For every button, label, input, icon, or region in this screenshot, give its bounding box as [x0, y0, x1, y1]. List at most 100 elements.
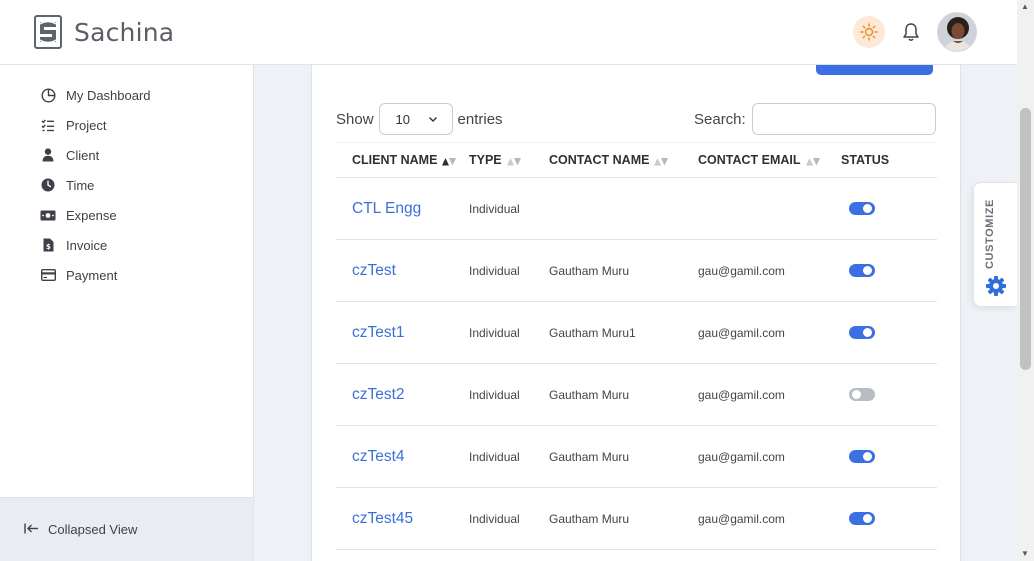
contact-name: Gautham Muru [549, 239, 698, 302]
column-header-client-name[interactable]: CLIENT NAME [336, 142, 469, 178]
client-name-link[interactable]: CTL Engg [352, 200, 421, 217]
sidebar-item-label: Payment [66, 267, 118, 283]
column-header-contact-email[interactable]: CONTACT EMAIL [698, 142, 841, 178]
sidebar-item-payment[interactable]: Payment [40, 267, 117, 283]
client-name-link[interactable]: czTest1 [352, 324, 405, 341]
contact-name: Gautham Muru [549, 425, 698, 488]
status-toggle[interactable] [849, 450, 875, 463]
sidebar-item-client[interactable]: Client [40, 147, 99, 163]
client-name-link[interactable]: czTest2 [352, 386, 405, 403]
avatar-image [938, 13, 976, 51]
user-icon [40, 147, 56, 163]
client-type: Individual [469, 363, 549, 426]
contact-email: gau@gamil.com [698, 363, 841, 426]
column-header-type[interactable]: TYPE [469, 142, 549, 178]
client-type: Individual [469, 301, 549, 364]
collapse-arrow-icon [24, 522, 39, 537]
contact-email [698, 177, 841, 240]
client-name-link[interactable]: czTest [352, 262, 396, 279]
customize-tab[interactable]: CUSTOMIZE [973, 182, 1017, 307]
table-row: czTest2 Individual Gautham Muru gau@gami… [336, 363, 937, 426]
table-row: czTest4 Individual Gautham Muru gau@gami… [336, 425, 937, 488]
sun-icon [860, 23, 878, 41]
client-name-link[interactable]: czTest45 [352, 510, 413, 527]
contact-email: gau@gamil.com [698, 425, 841, 488]
entries-control: Show 10 entries [336, 103, 503, 135]
client-type: Individual [469, 487, 549, 550]
search-control: Search: [694, 103, 936, 135]
show-label: Show [336, 110, 374, 128]
contact-email: gau@gamil.com [698, 239, 841, 302]
column-header-status[interactable]: STATUS [841, 142, 937, 178]
table-row: CTL Engg Individual [336, 177, 937, 240]
sidebar-item-label: My Dashboard [66, 87, 151, 103]
client-type: Individual [469, 177, 549, 240]
contact-name: Gautham Muru [549, 487, 698, 550]
chevron-down-icon [428, 117, 437, 122]
search-label: Search: [694, 110, 746, 128]
gear-icon [986, 276, 1006, 296]
user-avatar[interactable] [937, 12, 977, 52]
sidebar-item-label: Time [66, 177, 95, 193]
column-header-label: CLIENT NAME [352, 153, 438, 167]
sidebar-item-label: Client [66, 147, 100, 163]
contact-email: gau@gamil.com [698, 487, 841, 550]
notifications-button[interactable] [898, 19, 924, 45]
status-toggle[interactable] [849, 326, 875, 339]
status-toggle[interactable] [849, 512, 875, 525]
search-input[interactable] [751, 103, 936, 135]
scroll-down-icon[interactable]: ▼ [1021, 549, 1029, 558]
checklist-icon [40, 117, 56, 133]
contact-name [549, 177, 698, 240]
brand-name: Sachina [74, 17, 175, 47]
status-toggle[interactable] [849, 388, 875, 401]
sort-icon [654, 157, 669, 166]
customize-label: CUSTOMIZE [984, 199, 996, 269]
brand-logo[interactable]: Sachina [34, 15, 174, 49]
client-type: Individual [469, 239, 549, 302]
collapse-view-label: Collapsed View [48, 522, 138, 537]
table-row: czTest45 Individual Gautham Muru gau@gam… [336, 487, 937, 550]
column-header-label: STATUS [841, 153, 890, 167]
table-header-row: CLIENT NAME TYPE CONTACT NAME CONTACT EM… [336, 142, 937, 178]
clock-icon [40, 177, 56, 193]
sidebar-item-project[interactable]: Project [40, 117, 106, 133]
collapse-view-button[interactable]: Collapsed View [24, 522, 137, 537]
bell-icon [903, 23, 919, 41]
entries-select[interactable]: 10 [378, 103, 453, 135]
column-header-label: TYPE [469, 153, 502, 167]
column-header-contact-name[interactable]: CONTACT NAME [549, 142, 698, 178]
money-icon [40, 207, 56, 223]
top-header: Sachina [0, 0, 1017, 65]
page-scrollbar[interactable]: ▲ ▼ [1017, 0, 1034, 561]
clients-table: CLIENT NAME TYPE CONTACT NAME CONTACT EM… [336, 142, 937, 550]
sort-asc-icon [442, 157, 457, 166]
scroll-up-icon[interactable]: ▲ [1021, 2, 1029, 11]
theme-toggle-button[interactable] [853, 16, 885, 48]
status-toggle[interactable] [849, 264, 875, 277]
client-type: Individual [469, 425, 549, 488]
column-header-label: CONTACT NAME [549, 153, 650, 167]
contact-name: Gautham Muru [549, 363, 698, 426]
pie-chart-icon [40, 87, 56, 103]
add-client-button[interactable] [816, 65, 933, 75]
sort-icon [506, 157, 521, 166]
sidebar-item-expense[interactable]: Expense [40, 207, 117, 223]
table-row: czTest Individual Gautham Muru gau@gamil… [336, 239, 937, 302]
clients-card: Show 10 entries Search: CLIENT NAME TYPE… [311, 65, 961, 561]
entries-label: entries [457, 110, 503, 128]
sort-icon [805, 157, 820, 166]
column-header-label: CONTACT EMAIL [698, 153, 801, 167]
scrollbar-thumb[interactable] [1020, 108, 1031, 370]
sidebar-item-label: Project [66, 117, 107, 133]
sidebar-item-dashboard[interactable]: My Dashboard [40, 87, 151, 103]
card-icon [40, 267, 56, 283]
sidebar-item-invoice[interactable]: $ Invoice [40, 237, 107, 253]
sidebar-item-time[interactable]: Time [40, 177, 94, 193]
contact-name: Gautham Muru1 [549, 301, 698, 364]
table-row: czTest1 Individual Gautham Muru1 gau@gam… [336, 301, 937, 364]
sidebar-item-label: Expense [66, 207, 117, 223]
sidebar-item-label: Invoice [66, 237, 108, 253]
client-name-link[interactable]: czTest4 [352, 448, 405, 465]
status-toggle[interactable] [849, 202, 875, 215]
